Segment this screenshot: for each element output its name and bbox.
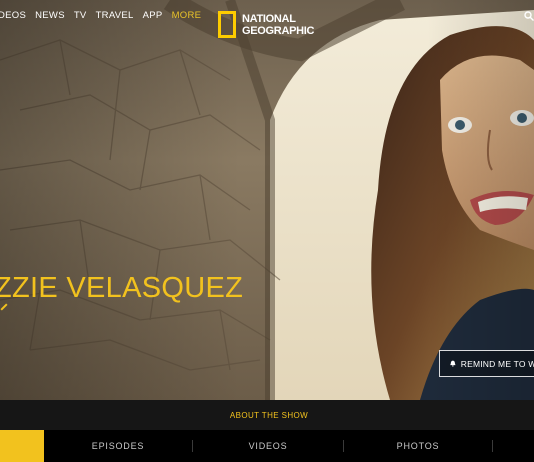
nav-news[interactable]: NEWS xyxy=(35,10,65,21)
about-the-show-link[interactable]: ABOUT THE SHOW xyxy=(230,411,308,420)
tab-divider xyxy=(343,440,344,452)
tab-divider xyxy=(192,440,193,452)
nav-more[interactable]: MORE xyxy=(172,10,202,21)
search-icon[interactable] xyxy=(524,11,534,21)
logo-yellow-frame-icon xyxy=(218,11,236,38)
tab-videos[interactable]: VIDEOS xyxy=(197,430,339,462)
section-tabs: EPISODES VIDEOS PHOTOS xyxy=(0,430,534,462)
nav-app[interactable]: APP xyxy=(143,10,163,21)
tab-episodes[interactable]: EPISODES xyxy=(48,430,188,462)
tab-divider xyxy=(492,440,493,452)
hero-overlay xyxy=(0,0,534,400)
tab-photos[interactable]: PHOTOS xyxy=(348,430,488,462)
hero-banner: DEOS NEWS TV TRAVEL APP MORE NATIONAL GE… xyxy=(0,0,534,400)
remind-me-label: REMIND ME TO WA xyxy=(460,358,534,369)
nav-videos[interactable]: DEOS xyxy=(0,10,26,21)
about-bar: ABOUT THE SHOW xyxy=(0,400,534,430)
nav-travel[interactable]: TRAVEL xyxy=(96,10,134,21)
nav-tv[interactable]: TV xyxy=(74,10,87,21)
nav-links: DEOS NEWS TV TRAVEL APP MORE xyxy=(0,10,201,21)
top-navigation: DEOS NEWS TV TRAVEL APP MORE NATIONAL GE… xyxy=(0,0,534,38)
tab-overview-active[interactable] xyxy=(0,430,44,462)
logo-line-1: NATIONAL xyxy=(242,12,296,25)
natgeo-logo[interactable]: NATIONAL GEOGRAPHIC xyxy=(218,11,314,38)
show-title: ZZIE VELASQUEZ xyxy=(0,272,244,304)
bell-icon xyxy=(450,360,456,367)
remind-me-button[interactable]: REMIND ME TO WA xyxy=(439,350,534,377)
logo-line-2: GEOGRAPHIC xyxy=(242,24,315,37)
